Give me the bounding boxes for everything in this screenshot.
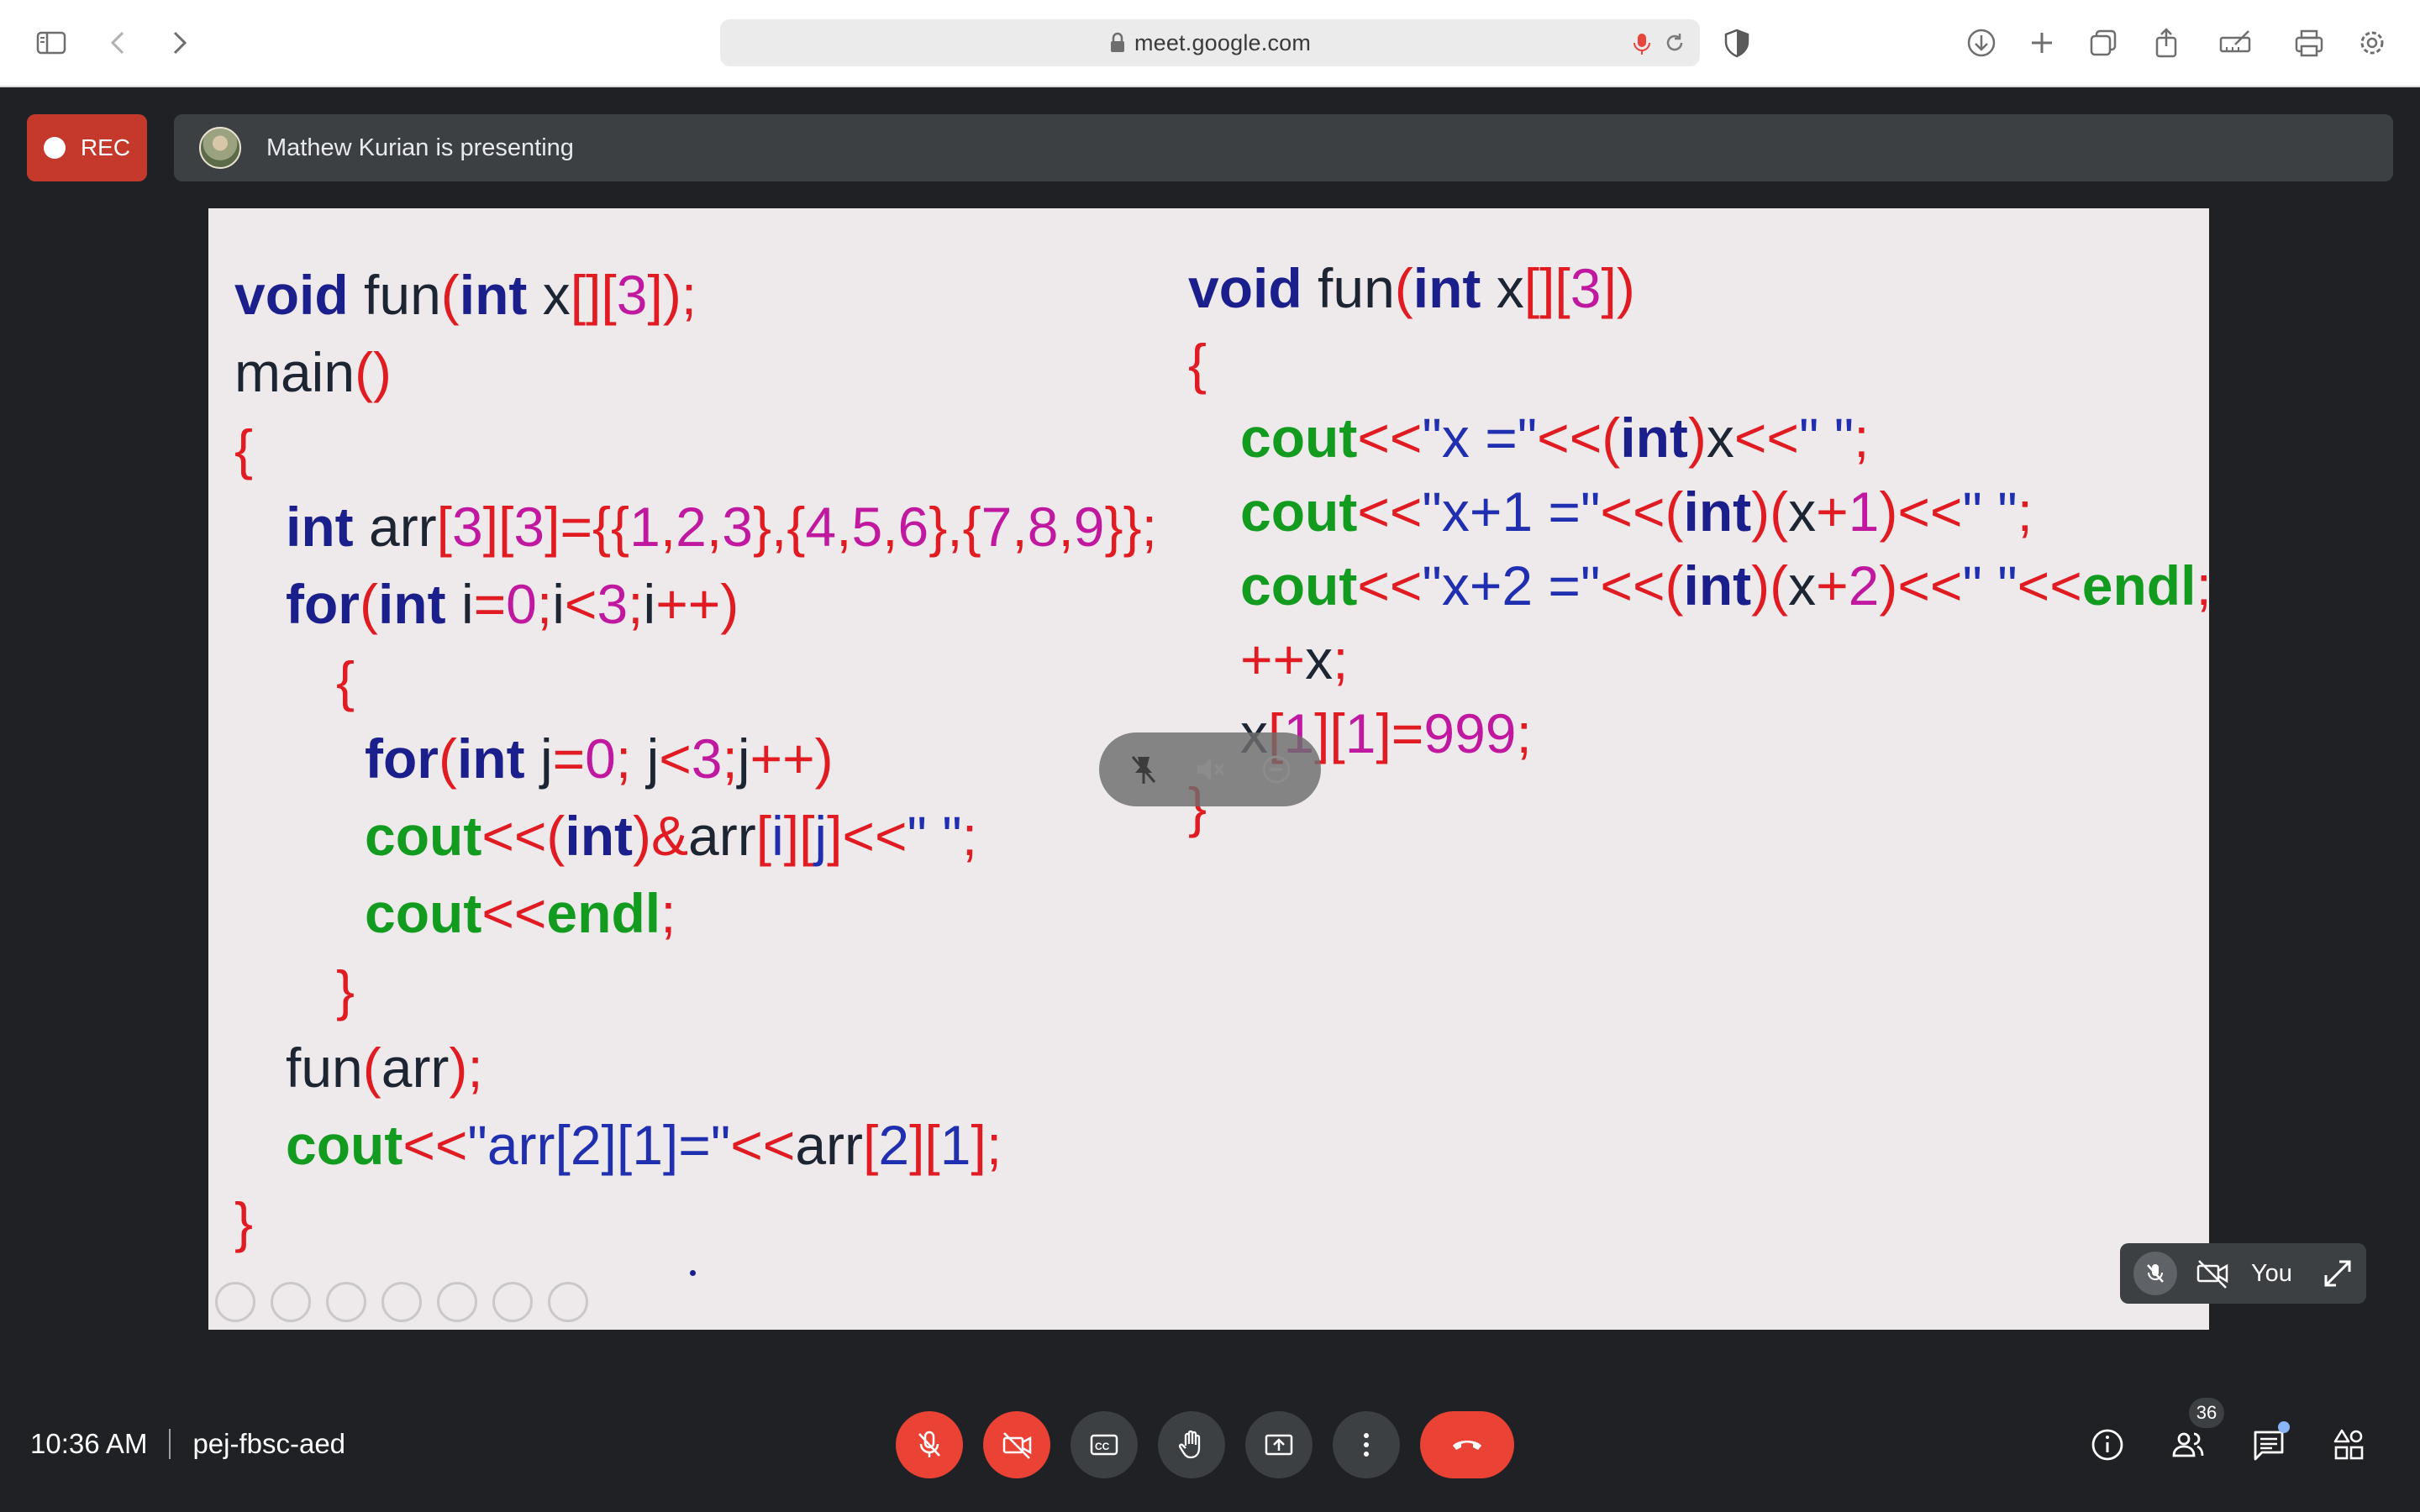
presenting-bar: Mathew Kurian is presenting bbox=[174, 114, 2393, 181]
more-options-icon[interactable] bbox=[548, 1282, 588, 1322]
forward-icon[interactable] bbox=[158, 22, 200, 64]
url-text: meet.google.com bbox=[1134, 29, 1312, 55]
recording-badge: REC bbox=[27, 114, 147, 181]
divider bbox=[169, 1429, 171, 1459]
meeting-info: 10:36 AM pej-fbsc-aed bbox=[30, 1428, 345, 1460]
camera-off-icon bbox=[2196, 1260, 2228, 1289]
subtitle-icon[interactable] bbox=[492, 1282, 533, 1322]
code-line: fun(arr); bbox=[286, 1037, 483, 1099]
print-icon[interactable] bbox=[2288, 22, 2330, 64]
code-line: cout<<"arr[2][1]="<<arr[2][1]; bbox=[286, 1114, 1002, 1176]
more-vert-icon bbox=[1364, 1433, 1369, 1457]
avatar bbox=[199, 127, 241, 169]
info-icon bbox=[2091, 1429, 2123, 1461]
code-line: cout<<(int)&arr[i][j]<<" "; bbox=[365, 805, 978, 867]
raise-hand-button[interactable] bbox=[1158, 1411, 1225, 1478]
people-button[interactable] bbox=[2166, 1423, 2210, 1467]
zoom-icon[interactable] bbox=[437, 1282, 477, 1322]
camera-off-icon bbox=[1002, 1432, 1032, 1459]
screenshot-icon[interactable] bbox=[2214, 22, 2256, 64]
code-line: for(int j=0; j<3;j++) bbox=[365, 727, 834, 790]
browser-toolbar: meet.google.com bbox=[0, 0, 2420, 87]
code-line: cout<<"x+2 ="<<(int)(x+2)<<" "<<endl; bbox=[1240, 554, 2209, 617]
more-options-button[interactable] bbox=[1333, 1411, 1400, 1478]
download-icon[interactable] bbox=[1960, 22, 2002, 64]
meeting-details-button[interactable] bbox=[2086, 1423, 2129, 1467]
code-line: } bbox=[336, 959, 355, 1021]
record-dot-icon bbox=[43, 137, 66, 159]
unread-indicator bbox=[2278, 1421, 2290, 1433]
reload-icon[interactable] bbox=[1663, 31, 1686, 55]
clock-time: 10:36 AM bbox=[30, 1428, 148, 1459]
address-bar[interactable]: meet.google.com bbox=[720, 19, 1700, 66]
end-call-icon bbox=[1453, 1441, 1481, 1450]
code-line: { bbox=[1188, 333, 1207, 395]
shield-icon[interactable] bbox=[1716, 22, 1758, 64]
self-label: You bbox=[2251, 1259, 2292, 1287]
code-line: { bbox=[336, 650, 355, 712]
pen-icon[interactable] bbox=[326, 1282, 366, 1322]
participant-count-badge: 36 bbox=[2189, 1398, 2224, 1428]
code-line: cout<<"x ="<<(int)x<<" "; bbox=[1240, 407, 1870, 469]
code-line: int arr[3][3]={{1,2,3},{4,5,6},{7,8,9}}; bbox=[286, 496, 1157, 558]
self-tile[interactable]: You bbox=[2120, 1243, 2366, 1304]
prev-slide-icon[interactable] bbox=[215, 1282, 255, 1322]
activities-button[interactable] bbox=[2328, 1423, 2371, 1467]
code-line: } bbox=[234, 1191, 254, 1253]
code-line: void fun(int x[][3]); bbox=[234, 264, 697, 326]
code-line: void fun(int x[][3]) bbox=[1188, 257, 1635, 319]
pin-icon[interactable] bbox=[1124, 750, 1163, 789]
slides-grid-icon[interactable] bbox=[381, 1282, 422, 1322]
mute-icon[interactable] bbox=[1191, 750, 1229, 789]
mic-toggle-button[interactable] bbox=[896, 1411, 963, 1478]
present-button[interactable] bbox=[1245, 1411, 1313, 1478]
remove-icon[interactable] bbox=[1257, 750, 1296, 789]
code-line: ++x; bbox=[1240, 628, 1349, 690]
share-icon[interactable] bbox=[2145, 22, 2187, 64]
plus-icon[interactable] bbox=[2021, 22, 2063, 64]
presenting-text: Mathew Kurian is presenting bbox=[266, 134, 574, 161]
expand-icon[interactable] bbox=[2321, 1257, 2354, 1290]
slide-toolbar bbox=[215, 1282, 588, 1322]
captions-icon: CC bbox=[1090, 1434, 1118, 1456]
back-icon[interactable] bbox=[97, 22, 139, 64]
rec-label: REC bbox=[80, 134, 131, 160]
camera-toggle-button[interactable] bbox=[983, 1411, 1050, 1478]
meeting-code: pej-fbsc-aed bbox=[192, 1428, 346, 1459]
present-icon bbox=[1265, 1434, 1293, 1456]
settings-icon[interactable] bbox=[2351, 22, 2393, 64]
tile-overlay-controls bbox=[1099, 732, 1321, 806]
mic-icon[interactable] bbox=[1633, 32, 1651, 55]
people-icon bbox=[2172, 1432, 2204, 1457]
lock-icon bbox=[1110, 32, 1124, 52]
sidebar-icon[interactable] bbox=[30, 22, 72, 64]
code-line: { bbox=[234, 418, 254, 480]
mic-off-icon bbox=[2133, 1252, 2177, 1295]
captions-button[interactable]: CC bbox=[1071, 1411, 1138, 1478]
code-line: cout<<"x+1 ="<<(int)(x+1)<<" "; bbox=[1240, 480, 2033, 543]
code-line: for(int i=0;i<3;i++) bbox=[286, 573, 739, 635]
next-slide-icon[interactable] bbox=[271, 1282, 311, 1322]
leave-call-button[interactable] bbox=[1420, 1411, 1514, 1478]
svg-text:CC: CC bbox=[1095, 1441, 1110, 1452]
code-line: main() bbox=[234, 341, 392, 403]
code-line: cout<<endl; bbox=[365, 882, 676, 944]
shapes-icon bbox=[2333, 1429, 2364, 1460]
hand-icon bbox=[1178, 1430, 1201, 1459]
mic-off-icon bbox=[918, 1431, 940, 1457]
pointer-dot bbox=[690, 1270, 696, 1276]
tabs-icon[interactable] bbox=[2082, 22, 2124, 64]
